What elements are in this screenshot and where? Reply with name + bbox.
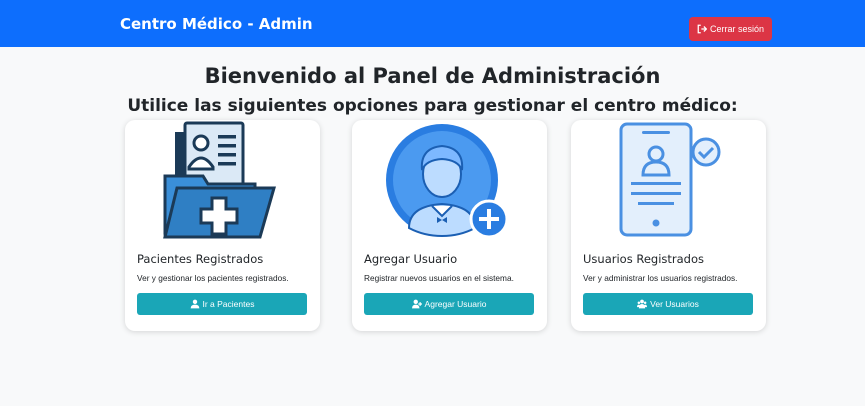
card-title: Pacientes Registrados	[137, 252, 264, 266]
go-to-patients-button[interactable]: Ir a Pacientes	[137, 293, 307, 315]
logout-label: Cerrar sesión	[709, 24, 765, 34]
view-users-button[interactable]: Ver Usuarios	[583, 293, 753, 315]
button-label: Agregar Usuario	[424, 299, 487, 309]
card-add-user: Agregar Usuario Registrar nuevos usuario…	[352, 120, 547, 331]
user-plus-icon	[411, 299, 422, 309]
user-icon	[190, 299, 199, 309]
add-user-illustration	[386, 124, 509, 239]
page-title: Bienvenido al Panel de Administración	[204, 64, 661, 88]
card-patients: Pacientes Registrados Ver y gestionar lo…	[125, 120, 320, 331]
sign-out-icon	[697, 24, 707, 34]
page-subtitle: Utilice las siguientes opciones para ges…	[127, 96, 738, 116]
navbar-brand[interactable]: Centro Médico - Admin	[120, 15, 313, 33]
card-text: Registrar nuevos usuarios en el sistema.	[364, 273, 514, 283]
button-label: Ver Usuarios	[650, 299, 699, 309]
users-icon	[637, 299, 648, 309]
card-text: Ver y gestionar los pacientes registrado…	[137, 273, 289, 283]
user-id-card-illustration	[619, 122, 721, 237]
add-user-button[interactable]: Agregar Usuario	[364, 293, 534, 315]
card-registered-users: Usuarios Registrados Ver y administrar l…	[571, 120, 766, 331]
card-text: Ver y administrar los usuarios registrad…	[583, 273, 738, 283]
top-navbar: Centro Médico - Admin Cerrar sesión	[0, 0, 865, 47]
patient-folder-illustration	[163, 121, 276, 239]
button-label: Ir a Pacientes	[202, 299, 255, 309]
card-title: Agregar Usuario	[364, 252, 458, 266]
logout-button[interactable]: Cerrar sesión	[689, 17, 772, 41]
card-title: Usuarios Registrados	[583, 252, 704, 266]
